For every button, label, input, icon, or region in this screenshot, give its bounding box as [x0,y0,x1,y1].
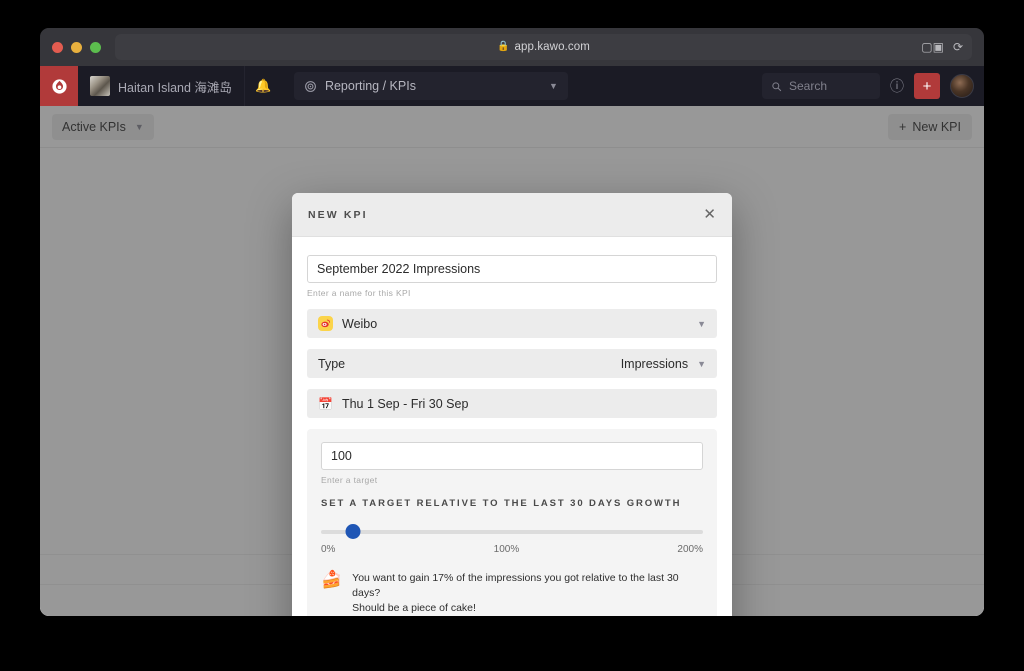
modal-body: September 2022 Impressions Enter a name … [292,237,732,616]
chevron-down-icon: ▼ [697,359,706,369]
target-input[interactable]: 100 [321,442,703,470]
target-panel: 100 Enter a target SET A TARGET RELATIVE… [307,429,717,616]
slider-track[interactable] [321,530,703,534]
cake-note-line2: Should be a piece of cake! [352,602,476,614]
address-bar-actions[interactable]: ▢▣ ⟳ [921,41,963,53]
target-hint: Enter a target [321,475,703,485]
calendar-icon: 📅 [318,398,333,410]
search-icon [771,81,782,92]
new-kpi-modal: NEW KPI ✕ September 2022 Impressions Ent… [292,193,732,616]
tab-overview-icon[interactable]: ▢▣ [921,41,944,53]
cake-note-line1: You want to gain 17% of the impressions … [352,572,678,599]
browser-toolbar: 🔒 app.kawo.com ▢▣ ⟳ [40,28,984,66]
app-header: Haitan Island 海滩岛 🔔 Reporting / KPIs ▼ [40,66,984,106]
slider-heading: SET A TARGET RELATIVE TO THE LAST 30 DAY… [321,498,703,509]
workspace-thumbnail [90,76,110,96]
type-select[interactable]: Type Impressions ▼ [307,349,717,378]
date-range-select[interactable]: 📅 Thu 1 Sep - Fri 30 Sep [307,389,717,418]
cake-icon: 🍰 [321,571,342,589]
channel-select[interactable]: Weibo ▼ [307,309,717,338]
growth-slider[interactable] [321,521,703,543]
chevron-down-icon: ▼ [549,81,558,91]
url-text: app.kawo.com [515,41,590,53]
maximize-window-button[interactable] [90,42,101,53]
address-bar[interactable]: 🔒 app.kawo.com ▢▣ ⟳ [115,34,972,60]
modal-header: NEW KPI ✕ [292,193,732,237]
bell-icon[interactable]: 🔔 [244,66,282,106]
kpi-name-value: September 2022 Impressions [317,262,480,276]
page-body: Active KPIs ▼ + New KPI You haven't set … [40,106,984,616]
slider-scale: 0% 100% 200% [321,544,703,555]
slider-thumb[interactable] [346,524,361,539]
url-display: 🔒 app.kawo.com [497,41,590,53]
workspace-name: Haitan Island 海滩岛 [118,77,232,96]
type-label: Type [318,357,612,371]
chevron-down-icon: ▼ [697,319,706,329]
channel-label: Weibo [342,317,688,331]
window-controls[interactable] [52,42,101,53]
help-circle-icon[interactable]: ⓘ [890,76,904,96]
minimize-window-button[interactable] [71,42,82,53]
cake-note: 🍰 You want to gain 17% of the impression… [321,571,703,616]
type-value: Impressions [621,357,688,371]
kpi-name-input[interactable]: September 2022 Impressions [307,255,717,283]
nav-section-label: Reporting / KPIs [325,79,541,93]
close-window-button[interactable] [52,42,63,53]
slider-scale-mid: 100% [494,544,520,555]
kawo-logo-icon[interactable] [40,66,78,106]
search-placeholder: Search [789,79,827,93]
target-value: 100 [331,449,352,463]
cake-note-text: You want to gain 17% of the impressions … [352,571,703,616]
close-icon[interactable]: ✕ [703,207,716,222]
browser-window: 🔒 app.kawo.com ▢▣ ⟳ Haitan Island 海滩岛 [40,28,984,616]
target-icon [304,80,317,93]
date-range-value: Thu 1 Sep - Fri 30 Sep [342,397,706,411]
search-input[interactable]: Search [762,73,880,99]
add-button[interactable]: + [914,73,940,99]
slider-scale-max: 200% [677,544,703,555]
header-actions: Search ⓘ + [762,66,984,106]
weibo-icon [318,316,333,331]
kpi-name-hint: Enter a name for this KPI [307,288,717,298]
slider-scale-min: 0% [321,544,335,555]
modal-title: NEW KPI [308,209,368,221]
lock-icon: 🔒 [497,42,509,52]
avatar[interactable] [950,74,974,98]
workspace-selector[interactable]: Haitan Island 海滩岛 [78,66,244,106]
reload-icon[interactable]: ⟳ [953,41,963,53]
nav-section-selector[interactable]: Reporting / KPIs ▼ [294,72,568,100]
app-viewport: Haitan Island 海滩岛 🔔 Reporting / KPIs ▼ [40,66,984,616]
